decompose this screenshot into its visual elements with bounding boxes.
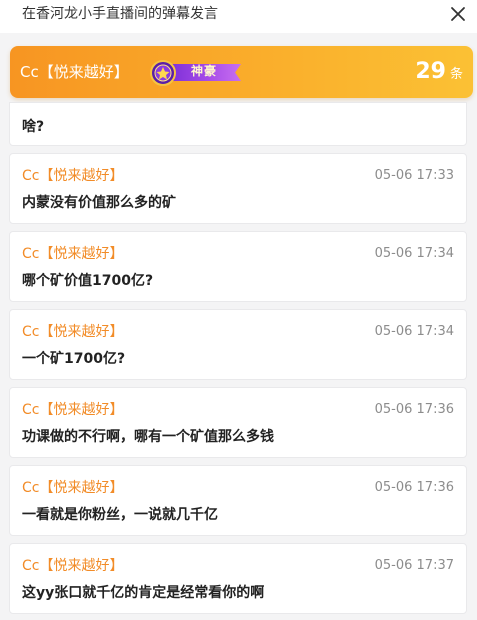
message-text: 啥?	[22, 119, 45, 135]
message-card: Cc【悦来越好】 05-06 17:34 哪个矿价值1700亿?	[9, 231, 467, 302]
message-timestamp: 05-06 17:33	[374, 168, 454, 183]
message-username[interactable]: Cc【悦来越好】	[22, 478, 123, 498]
message-card: Cc【悦来越好】 05-06 17:37 这yy张口就千亿的肯定是经常看你的啊	[9, 543, 467, 614]
title-bar: 在香河龙小手直播间的弹幕发言	[0, 0, 477, 33]
message-username[interactable]: Cc【悦来越好】	[22, 166, 123, 186]
shenhao-badge: 神豪	[149, 59, 241, 86]
message-card: Cc【悦来越好】 05-06 17:33 内蒙没有价值那么多的矿	[9, 153, 467, 224]
message-card: Cc【悦来越好】 05-06 17:34 一个矿1700亿?	[9, 309, 467, 380]
message-text: 一看就是你粉丝，一说就几千亿	[22, 507, 218, 523]
close-button[interactable]	[447, 3, 469, 25]
message-text: 内蒙没有价值那么多的矿	[22, 195, 176, 211]
message-card: Cc【悦来越好】 05-06 17:36 功课做的不行啊，哪有一个矿值那么多钱	[9, 387, 467, 458]
message-text: 功课做的不行啊，哪有一个矿值那么多钱	[22, 429, 274, 445]
message-username[interactable]: Cc【悦来越好】	[22, 556, 123, 576]
user-summary-header: Cc【悦来越好】 神豪 29 条	[10, 46, 473, 98]
message-username[interactable]: Cc【悦来越好】	[22, 322, 123, 342]
message-card: Cc【悦来越好】 05-06 17:36 一看就是你粉丝，一说就几千亿	[9, 465, 467, 536]
message-username[interactable]: Cc【悦来越好】	[22, 400, 123, 420]
message-count-unit: 条	[449, 67, 463, 82]
message-username[interactable]: Cc【悦来越好】	[22, 244, 123, 264]
message-timestamp: 05-06 17:37	[374, 558, 454, 573]
badge-label: 神豪	[190, 64, 217, 78]
window-title: 在香河龙小手直播间的弹幕发言	[22, 6, 218, 22]
message-text: 哪个矿价值1700亿?	[22, 273, 154, 289]
message-timestamp: 05-06 17:34	[374, 324, 454, 339]
message-text: 这yy张口就千亿的肯定是经常看你的啊	[22, 585, 265, 601]
message-timestamp: 05-06 17:34	[374, 246, 454, 261]
message-count: 29 条	[415, 57, 463, 90]
header-username[interactable]: Cc【悦来越好】	[20, 61, 129, 83]
message-card: 啥?	[9, 102, 467, 146]
message-text: 一个矿1700亿?	[22, 351, 126, 367]
message-timestamp: 05-06 17:36	[374, 480, 454, 495]
message-count-number: 29	[415, 59, 446, 84]
message-timestamp: 05-06 17:36	[374, 402, 454, 417]
close-icon[interactable]	[447, 3, 469, 25]
